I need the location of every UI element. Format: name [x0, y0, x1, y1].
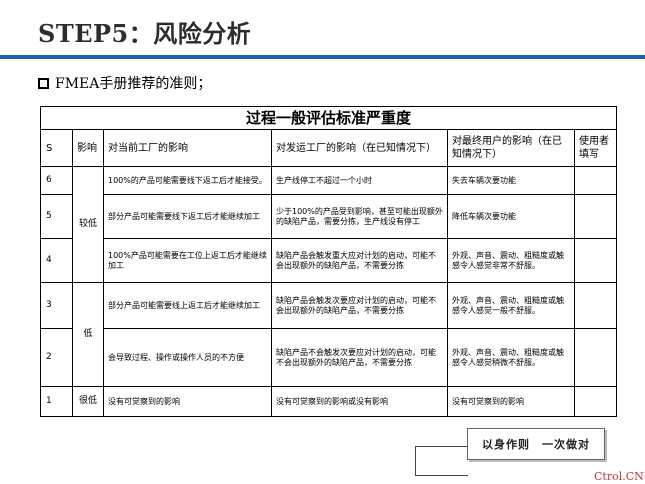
severity-value: 2 [40, 328, 73, 387]
header-filled-by: 使用者填写 [573, 129, 618, 167]
severity-value: 5 [40, 194, 73, 239]
plant-effect: 没有可觉察到的影响 [103, 386, 272, 417]
user-effect: 外观、声音、震动、粗糙度或触感令人感觉稍微不舒服。 [447, 328, 575, 387]
table-row: 2 会导致过程、操作或操作人员的不方便 缺陷产品不会触发次要应对计划的启动，可能… [40, 328, 618, 387]
plant-effect: 会导致过程、操作或操作人员的不方便 [103, 328, 272, 387]
table-row: 1 很低 没有可觉察到的影响 没有可觉察到的影响或没有影响 没有可觉察到的影响 [40, 386, 618, 417]
page-title: STEP5：风险分析 [38, 19, 252, 48]
ship-effect: 少于100%的产品受到影响，甚至可能出现额外的缺陷产品，需要分拣，生产线没有停工 [271, 194, 448, 239]
severity-value: 6 [40, 166, 73, 195]
severity-value: 3 [40, 282, 73, 329]
filled-by-cell [573, 194, 618, 239]
header-effect: 影响 [72, 129, 104, 167]
user-effect: 没有可觉察到的影响 [447, 386, 575, 417]
plant-effect: 部分产品可能需要线下返工后才能继续加工 [103, 194, 272, 239]
table-row: 5 部分产品可能需要线下返工后才能继续加工 少于100%的产品受到影响，甚至可能… [40, 194, 618, 239]
table-header-row: S 影响 对当前工厂的影响 对发运工厂的影响（在已知情况下） 对最终用户的影响（… [40, 129, 618, 167]
title-divider [0, 55, 645, 59]
filled-by-cell [573, 166, 618, 195]
header-plant: 对当前工厂的影响 [103, 129, 272, 167]
slogan-bracket-decoration [415, 446, 468, 476]
effect-level: 低 [72, 282, 104, 387]
watermark: Ctrol.CN [594, 470, 644, 483]
user-effect: 失去车辆次要功能 [447, 166, 575, 195]
filled-by-cell [573, 238, 618, 283]
severity-table-container: 过程一般评估标准严重度 S 影响 对当前工厂的影响 对发运工厂的影响（在已知情况… [39, 106, 618, 417]
filled-by-cell [573, 386, 618, 417]
severity-table: 过程一般评估标准严重度 S 影响 对当前工厂的影响 对发运工厂的影响（在已知情况… [39, 106, 618, 417]
severity-value: 1 [40, 386, 73, 417]
table-caption: 过程一般评估标准严重度 [39, 106, 618, 130]
plant-effect: 100%的产品可能需要线下返工后才能接受。 [103, 166, 272, 195]
user-effect: 外观、声音、震动、粗糙度或触感令人感觉一般不舒服。 [447, 282, 575, 329]
severity-value: 4 [40, 238, 73, 283]
bullet-text: FMEA手册推荐的准则； [55, 76, 212, 92]
table-row: 4 100%产品可能需要在工位上返工后才能继续加工 缺陷产品会触发重大应对计划的… [40, 238, 618, 283]
effect-level: 较低 [72, 166, 104, 283]
ship-effect: 缺陷产品会触发次要应对计划的启动，可能不会出现额外的缺陷产品，不需要分拣 [271, 282, 448, 329]
ship-effect: 缺陷产品会触发重大应对计划的启动，可能不会出现额外的缺陷产品，不需要分拣 [271, 238, 448, 283]
filled-by-cell [573, 328, 618, 387]
user-effect: 降低车辆次要功能 [447, 194, 575, 239]
user-effect: 外观、声音、震动、粗糙度或触感令人感觉非常不舒服。 [447, 238, 575, 283]
ship-effect: 没有可觉察到的影响或没有影响 [271, 386, 448, 417]
square-bullet-icon [38, 77, 49, 89]
table-row: 3 低 部分产品可能需要线上返工后才能继续加工 缺陷产品会触发次要应对计划的启动… [40, 282, 618, 387]
header-ship: 对发运工厂的影响（在已知情况下） [271, 129, 448, 167]
ship-effect: 生产线停工不超过一个小时 [271, 166, 448, 195]
slogan-box: 以身作则 一次做对 [467, 428, 605, 460]
plant-effect: 100%产品可能需要在工位上返工后才能继续加工 [103, 238, 272, 283]
ship-effect: 缺陷产品不会触发次要应对计划的启动，可能不会出现额外的缺陷产品，不需要分拣 [271, 328, 448, 387]
plant-effect: 部分产品可能需要线上返工后才能继续加工 [103, 282, 272, 329]
filled-by-cell [573, 282, 618, 329]
table-row: 6 较低 100%的产品可能需要线下返工后才能接受。 生产线停工不超过一个小时 … [40, 166, 618, 283]
header-user: 对最终用户的影响（在已知情况下） [447, 129, 575, 167]
bullet-item: FMEA手册推荐的准则； [38, 72, 211, 94]
effect-level: 很低 [72, 386, 104, 417]
header-s: S [40, 129, 73, 167]
